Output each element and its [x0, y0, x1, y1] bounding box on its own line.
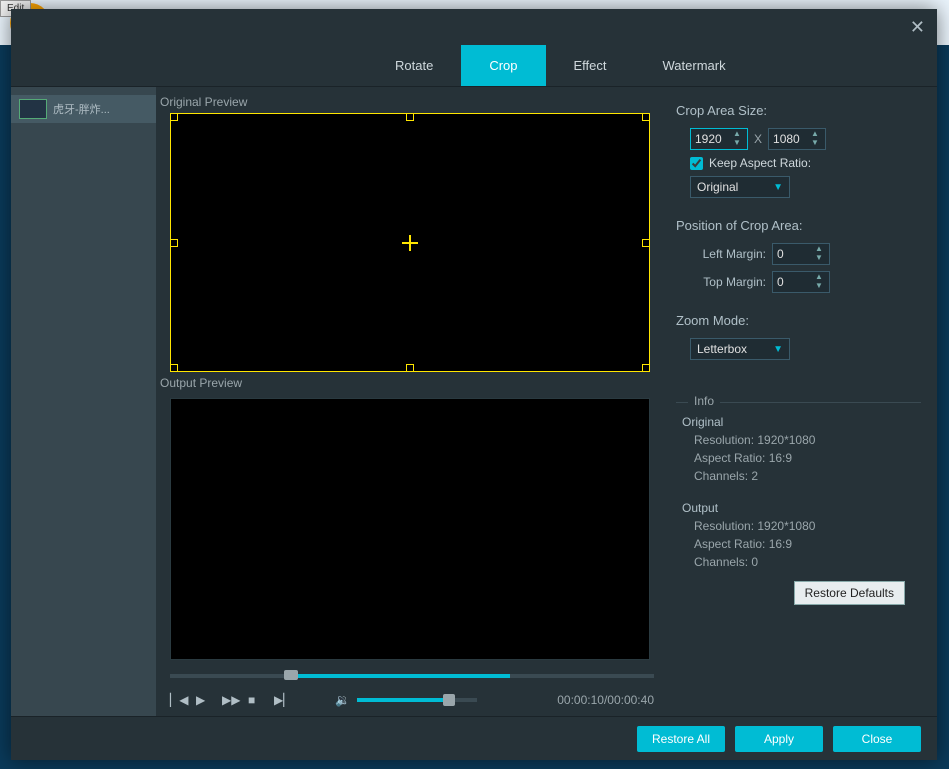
chevron-down-icon: ▼: [773, 344, 783, 355]
dialog-footer: Restore All Apply Close: [11, 716, 937, 760]
tab-rotate[interactable]: Rotate: [367, 45, 461, 86]
dimension-separator: X: [754, 132, 762, 146]
volume-control: 🔉: [335, 693, 477, 707]
chevron-down-icon: ▼: [773, 182, 783, 193]
tab-crop[interactable]: Crop: [461, 45, 545, 86]
crop-position-title: Position of Crop Area:: [676, 218, 921, 233]
volume-slider[interactable]: [357, 698, 477, 702]
close-button[interactable]: Close: [833, 726, 921, 752]
playback-controls: ▏◀ ▶ ▶▶ ■ ▶▏ 🔉 00:00:10/00:00:40: [160, 683, 664, 716]
stop-icon[interactable]: ■: [248, 693, 262, 707]
fast-forward-icon[interactable]: ▶▶: [222, 693, 236, 707]
crop-dialog: ✕ Rotate Crop Effect Watermark 虎牙-胖炸... …: [11, 9, 937, 760]
dialog-titlebar: ✕: [11, 9, 937, 45]
crop-height-input[interactable]: 1080 ▲▼: [768, 128, 826, 150]
output-preview-label: Output Preview: [160, 376, 664, 390]
keep-aspect-ratio-checkbox[interactable]: [690, 157, 703, 170]
effect-tabs: Rotate Crop Effect Watermark: [11, 45, 937, 87]
clip-list-panel: 虎牙-胖炸...: [11, 87, 156, 716]
crop-settings-panel: Crop Area Size: 1920 ▲▼ X 1080 ▲▼ Keep A…: [664, 87, 937, 716]
top-margin-label: Top Margin:: [690, 275, 766, 289]
volume-icon[interactable]: 🔉: [335, 693, 349, 707]
keep-aspect-ratio-label: Keep Aspect Ratio:: [709, 156, 811, 170]
crop-width-input[interactable]: 1920 ▲▼: [690, 128, 748, 150]
zoom-mode-select[interactable]: Letterbox ▼: [690, 338, 790, 360]
info-out-aspect: Aspect Ratio: 16:9: [694, 537, 921, 551]
info-orig-aspect: Aspect Ratio: 16:9: [694, 451, 921, 465]
left-margin-label: Left Margin:: [690, 247, 766, 261]
original-preview-label: Original Preview: [160, 95, 664, 109]
top-margin-input[interactable]: 0 ▲▼: [772, 271, 830, 293]
clip-label: 虎牙-胖炸...: [53, 101, 110, 117]
tab-watermark[interactable]: Watermark: [635, 45, 754, 86]
info-orig-channels: Channels: 2: [694, 469, 921, 483]
restore-all-button[interactable]: Restore All: [637, 726, 725, 752]
play-icon[interactable]: ▶: [196, 693, 210, 707]
prev-frame-icon[interactable]: ▏◀: [170, 693, 184, 707]
tab-effect[interactable]: Effect: [546, 45, 635, 86]
info-original-title: Original: [682, 415, 921, 429]
info-out-channels: Channels: 0: [694, 555, 921, 569]
apply-button[interactable]: Apply: [735, 726, 823, 752]
left-down-icon[interactable]: ▼: [813, 254, 825, 263]
original-preview-canvas[interactable]: [170, 113, 650, 372]
left-margin-input[interactable]: 0 ▲▼: [772, 243, 830, 265]
crop-size-title: Crop Area Size:: [676, 103, 921, 118]
info-orig-resolution: Resolution: 1920*1080: [694, 433, 921, 447]
width-down-icon[interactable]: ▼: [731, 139, 743, 148]
clip-thumbnail: [19, 99, 47, 119]
info-output-title: Output: [682, 501, 921, 515]
info-header: Info: [676, 386, 921, 403]
crop-center-cross-icon: [402, 235, 418, 251]
aspect-ratio-select[interactable]: Original ▼: [690, 176, 790, 198]
restore-defaults-button[interactable]: Restore Defaults: [794, 581, 905, 605]
playback-time: 00:00:10/00:00:40: [524, 693, 654, 707]
preview-panel: Original Preview Output Preview ▏◀ ▶ ▶▶: [156, 87, 664, 716]
height-down-icon[interactable]: ▼: [809, 139, 821, 148]
clip-item[interactable]: 虎牙-胖炸...: [11, 95, 156, 123]
output-preview-canvas: [170, 398, 650, 659]
next-frame-icon[interactable]: ▶▏: [274, 693, 288, 707]
close-icon[interactable]: ✕: [910, 17, 925, 38]
info-out-resolution: Resolution: 1920*1080: [694, 519, 921, 533]
top-down-icon[interactable]: ▼: [813, 282, 825, 291]
zoom-mode-title: Zoom Mode:: [676, 313, 921, 328]
timeline-slider[interactable]: [170, 668, 654, 683]
